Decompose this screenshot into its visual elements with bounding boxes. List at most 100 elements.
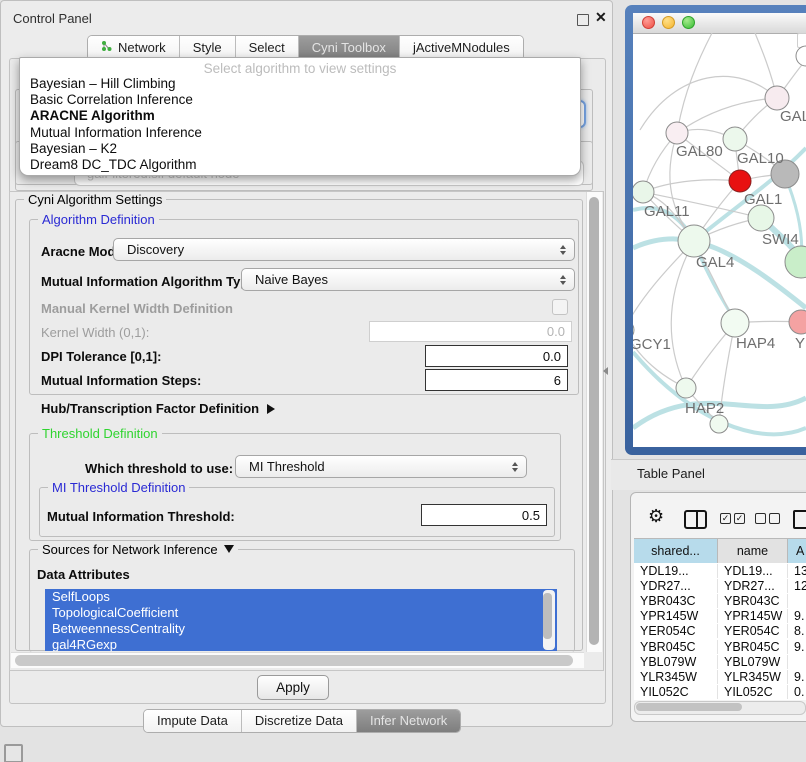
kernel-width-label: Kernel Width (0,1): — [41, 325, 149, 340]
table-row[interactable]: YIL052CYIL052C0. — [634, 685, 806, 700]
column-header[interactable]: A — [788, 539, 806, 563]
table-row[interactable]: YER054CYER054C8. — [634, 624, 806, 639]
apply-button[interactable]: Apply — [257, 675, 329, 700]
attribute-list-item[interactable]: TopologicalCoefficient — [45, 605, 557, 621]
network-node-gal11[interactable] — [633, 181, 654, 203]
dpi-tolerance-field[interactable]: 0.0 — [425, 345, 568, 367]
minimized-panel-icon[interactable] — [4, 744, 23, 762]
close-traffic-light-icon[interactable] — [642, 16, 655, 29]
which-threshold-label: Which threshold to use: — [85, 461, 233, 476]
network-node-gal1[interactable] — [729, 170, 751, 192]
data-attributes-label: Data Attributes — [37, 567, 130, 582]
gear-icon[interactable]: ⚙ — [648, 508, 664, 527]
node-label: GAL80 — [676, 143, 723, 160]
vertical-scrollbar[interactable] — [586, 192, 602, 652]
network-node-gal[interactable] — [765, 86, 789, 110]
threshold-definition-title: Threshold Definition — [38, 426, 162, 441]
network-icon — [101, 37, 113, 59]
node-label: SWI4 — [762, 231, 799, 248]
node-label: HAP4 — [736, 335, 775, 352]
algorithm-dropdown-popup: Select algorithm to view settings Bayesi… — [19, 57, 581, 176]
mi-steps-label: Mutual Information Steps: — [41, 373, 201, 388]
data-attributes-list[interactable]: SelfLoopsTopologicalCoefficientBetweenne… — [45, 589, 557, 651]
list-scrollbar[interactable] — [543, 590, 555, 650]
table-row[interactable]: YBL079WYBL079W — [634, 654, 806, 669]
dropdown-item[interactable]: Mutual Information Inference — [20, 125, 580, 141]
network-node[interactable] — [796, 46, 806, 66]
node-label: GAL1 — [744, 191, 782, 208]
tab-discretize-data[interactable]: Discretize Data — [242, 710, 357, 732]
mi-type-combobox[interactable]: Naive Bayes — [241, 268, 575, 291]
manual-kernel-checkbox[interactable] — [552, 299, 568, 315]
tab-impute-data[interactable]: Impute Data — [144, 710, 242, 732]
hub-definition-toggle[interactable]: Hub/Transcription Factor Definition — [41, 401, 275, 416]
attribute-list-item[interactable]: gal4RGexp — [45, 637, 557, 651]
table-row[interactable]: YPR145WYPR145W9. — [634, 609, 806, 624]
table-row[interactable]: YDR27...YDR27...12 — [634, 578, 806, 593]
network-node-hap4[interactable] — [721, 309, 749, 337]
spinner-arrows-icon — [512, 462, 518, 472]
network-node-hap2[interactable] — [676, 378, 696, 398]
panel-divider-handle-icon[interactable] — [603, 367, 608, 375]
column-header[interactable]: name — [718, 539, 788, 563]
horizontal-scrollbar[interactable] — [11, 652, 584, 668]
deselect-all-checkboxes-icon[interactable] — [755, 513, 780, 524]
table-row[interactable]: YBR043CYBR043C — [634, 593, 806, 608]
horizontal-scrollbar-thumb[interactable] — [15, 655, 573, 666]
close-icon[interactable]: ✕ — [595, 9, 607, 26]
dropdown-placeholder: Select algorithm to view settings — [20, 58, 580, 76]
mi-type-label: Mutual Information Algorithm Type: — [41, 274, 260, 289]
dropdown-item[interactable]: ARACNE Algorithm — [20, 108, 580, 124]
network-window-titlebar[interactable] — [633, 13, 806, 34]
bottom-tabs: Impute DataDiscretize DataInfer Network — [143, 709, 461, 733]
node-label: HAP2 — [685, 400, 724, 417]
table-row[interactable]: YLR345WYLR345W9. — [634, 669, 806, 684]
network-node-gal4[interactable] — [678, 225, 710, 257]
network-node-gal10[interactable] — [723, 127, 747, 151]
table-row[interactable]: YBR045CYBR045C9. — [634, 639, 806, 654]
manual-kernel-label: Manual Kernel Width Definition — [41, 301, 233, 316]
network-node[interactable] — [785, 246, 806, 278]
column-layout-icon[interactable] — [684, 510, 707, 529]
network-canvas[interactable]: GALGAL80GAL10GAL1GAL11SWI4GAL4GCY1HAP4YH… — [633, 33, 806, 447]
spinner-arrows-icon — [560, 245, 566, 255]
dropdown-item[interactable]: Dream8 DC_TDC Algorithm — [20, 157, 580, 173]
which-threshold-combobox[interactable]: MI Threshold — [235, 455, 527, 478]
sources-group-title[interactable]: Sources for Network Inference — [38, 542, 238, 557]
float-window-icon[interactable] — [577, 14, 589, 26]
kernel-width-field[interactable]: 0.0 — [369, 321, 572, 342]
table-function-icon[interactable] — [793, 510, 806, 529]
cyni-settings-group-title: Cyni Algorithm Settings — [24, 192, 166, 207]
application-root: Control Panel ✕ NetworkStyleSelectCyni T… — [0, 0, 806, 762]
column-header[interactable]: shared... — [634, 539, 718, 563]
algorithm-definition-title: Algorithm Definition — [38, 212, 159, 227]
dropdown-item-list: Bayesian – Hill ClimbingBasic Correlatio… — [20, 76, 580, 173]
mi-threshold-field[interactable]: 0.5 — [421, 504, 547, 526]
node-label: Y — [795, 335, 805, 352]
network-node[interactable] — [710, 415, 728, 433]
network-node-swi4[interactable] — [748, 205, 774, 231]
network-node-gal80[interactable] — [666, 122, 688, 144]
table-row[interactable]: YDL19...YDL19...13 — [634, 563, 806, 578]
node-label: GAL10 — [737, 150, 784, 167]
table-header: shared...nameA — [634, 538, 806, 564]
node-label: GAL11 — [644, 203, 690, 220]
aracne-mode-combobox[interactable]: Discovery — [113, 238, 575, 261]
dropdown-item[interactable]: Bayesian – Hill Climbing — [20, 76, 580, 92]
dropdown-item[interactable]: Basic Correlation Inference — [20, 92, 580, 108]
dpi-tolerance-label: DPI Tolerance [0,1]: — [41, 349, 161, 364]
control-panel-window: Control Panel ✕ NetworkStyleSelectCyni T… — [0, 0, 613, 727]
tab-infer-network[interactable]: Infer Network — [357, 710, 460, 732]
minimize-traffic-light-icon[interactable] — [662, 16, 675, 29]
table-horizontal-scrollbar-thumb[interactable] — [636, 703, 742, 711]
control-panel-title: Control Panel — [13, 11, 92, 26]
network-node-y[interactable] — [789, 310, 806, 334]
attribute-list-item[interactable]: BetweennessCentrality — [45, 621, 557, 637]
zoom-traffic-light-icon[interactable] — [682, 16, 695, 29]
attribute-list-item[interactable]: SelfLoops — [45, 589, 557, 605]
mi-steps-field[interactable]: 6 — [425, 369, 568, 391]
select-all-checkboxes-icon[interactable]: ✓✓ — [720, 513, 745, 524]
collapsed-arrow-icon — [267, 404, 275, 414]
dropdown-item[interactable]: Bayesian – K2 — [20, 141, 580, 157]
vertical-scrollbar-thumb[interactable] — [589, 197, 599, 645]
